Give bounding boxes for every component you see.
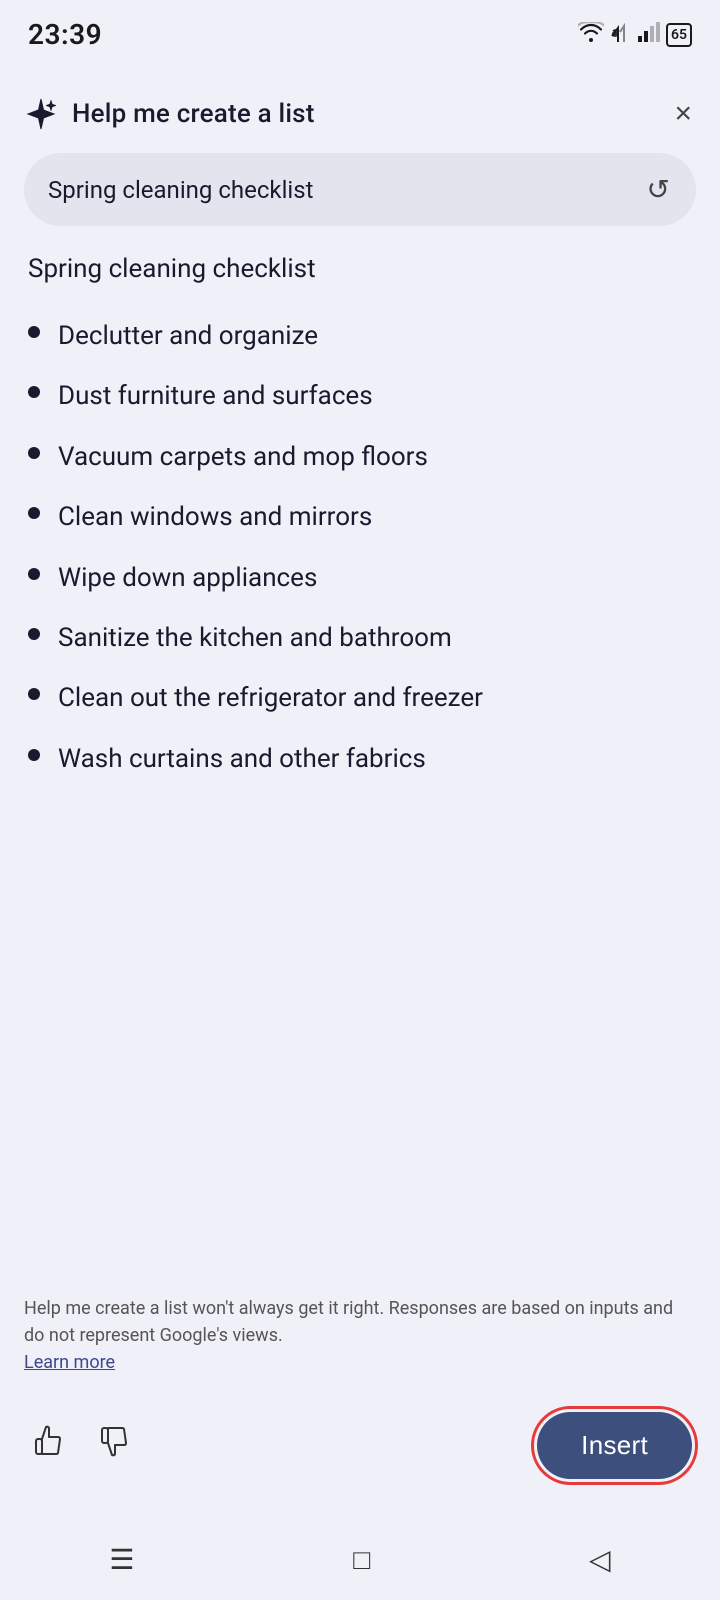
thumbs-up-button[interactable]: [28, 1419, 72, 1472]
bullet-dot: [28, 447, 40, 459]
list-item-text: Dust furniture and surfaces: [58, 378, 373, 414]
status-icons: 65: [578, 22, 692, 47]
generated-content: Spring cleaning checklist Declutter and …: [24, 254, 696, 1271]
bullet-dot: [28, 688, 40, 700]
list-item-text: Wipe down appliances: [58, 560, 317, 596]
bullet-dot: [28, 749, 40, 761]
learn-more-link[interactable]: Learn more: [24, 1352, 115, 1373]
bullet-dot: [28, 386, 40, 398]
list-item: Clean out the refrigerator and freezer: [28, 668, 692, 728]
list-item: Clean windows and mirrors: [28, 487, 692, 547]
list-item-text: Clean out the refrigerator and freezer: [58, 680, 483, 716]
dialog-header: Help me create a list ×: [24, 71, 696, 153]
list-item: Sanitize the kitchen and bathroom: [28, 608, 692, 668]
status-bar: 23:39: [0, 0, 720, 61]
bullet-dot: [28, 628, 40, 640]
list-item: Dust furniture and surfaces: [28, 366, 692, 426]
thumbs-down-button[interactable]: [94, 1419, 138, 1472]
list-title: Spring cleaning checklist: [28, 254, 692, 284]
bullet-dot: [28, 507, 40, 519]
signal-icon: [638, 22, 660, 47]
wifi-icon: [578, 22, 604, 47]
battery-level: 65: [671, 27, 687, 43]
close-button[interactable]: ×: [670, 95, 696, 133]
list-item: Wipe down appliances: [28, 548, 692, 608]
list-item: Wash curtains and other fabrics: [28, 729, 692, 789]
home-nav-icon[interactable]: □: [353, 1543, 370, 1576]
back-nav-icon[interactable]: ◁: [589, 1543, 611, 1576]
disclaimer-body: Help me create a list won't always get i…: [24, 1298, 673, 1346]
feedback-buttons: [28, 1419, 138, 1472]
insert-button[interactable]: Insert: [537, 1412, 692, 1479]
refresh-button[interactable]: ↺: [645, 171, 672, 208]
bullet-dot: [28, 568, 40, 580]
status-time: 23:39: [28, 18, 102, 51]
dialog-title: Help me create a list: [72, 99, 315, 129]
list-item: Declutter and organize: [28, 306, 692, 366]
ai-sparkle-icon: [24, 97, 58, 131]
header-left: Help me create a list: [24, 97, 315, 131]
input-value: Spring cleaning checklist: [48, 176, 645, 204]
list-item-text: Clean windows and mirrors: [58, 499, 372, 535]
system-nav-bar: ☰ □ ◁: [0, 1523, 720, 1600]
list-item: Vacuum carpets and mop floors: [28, 427, 692, 487]
phone-signal-icon: [610, 22, 632, 47]
battery-icon: 65: [666, 23, 692, 47]
main-card: Help me create a list × Spring cleaning …: [0, 71, 720, 1523]
checklist: Declutter and organize Dust furniture and…: [28, 306, 692, 789]
input-area[interactable]: Spring cleaning checklist ↺: [24, 153, 696, 226]
list-item-text: Declutter and organize: [58, 318, 318, 354]
list-item-text: Wash curtains and other fabrics: [58, 741, 426, 777]
menu-nav-icon[interactable]: ☰: [109, 1543, 134, 1576]
list-item-text: Sanitize the kitchen and bathroom: [58, 620, 452, 656]
bottom-actions: Insert: [24, 1394, 696, 1499]
disclaimer-text: Help me create a list won't always get i…: [24, 1295, 696, 1376]
list-item-text: Vacuum carpets and mop floors: [58, 439, 428, 475]
bullet-dot: [28, 326, 40, 338]
